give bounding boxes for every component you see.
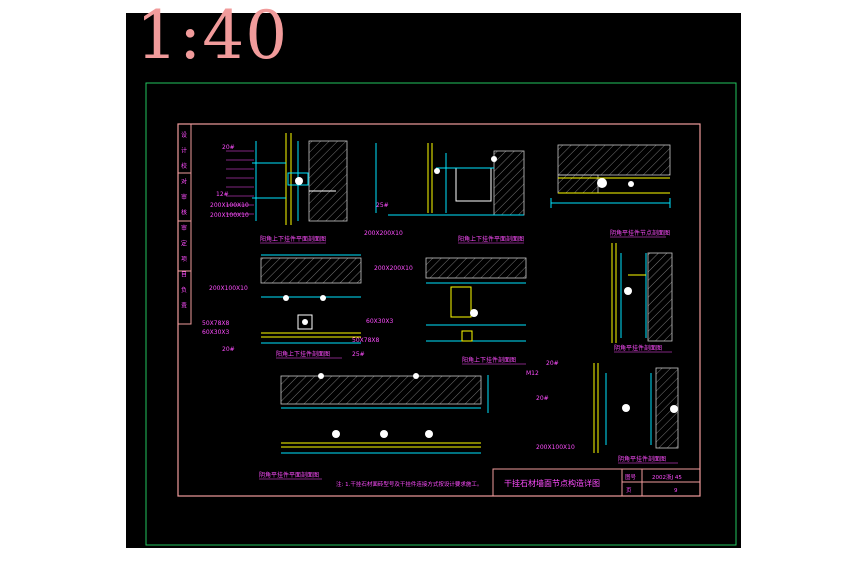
d1-label-4: 200X100X10 — [210, 212, 249, 219]
sidebar-label: 项 — [181, 256, 187, 263]
d3-caption: 阴角平挂件节点剖面图 — [610, 229, 670, 237]
cad-drawing-canvas: 1:40 设计校对审核审定项目负责 20# 200X100X10 12# 200… — [126, 3, 741, 548]
sidebar-label: 目 — [181, 272, 187, 279]
detail-2: 25# 200X200X10 阳角上下挂件平面剖面图 — [364, 143, 525, 244]
detail-1: 20# 200X100X10 12# 200X100X10 阳角上下挂件平面剖面… — [210, 133, 348, 244]
detail-7: 阴角平挂件平面剖面图 — [259, 373, 489, 480]
d1-label-2: 200X100X10 — [210, 202, 249, 209]
d8-caption: 阴角平挂件剖面图 — [618, 455, 666, 463]
drawing-no-value: 2002浙J 45 — [652, 473, 682, 481]
d5-label-1: 200X200X10 — [374, 265, 413, 272]
d5-label-3: 50X78X8 — [352, 337, 379, 344]
sidebar-label: 责 — [181, 302, 187, 310]
d4-label-4: 20# — [222, 346, 235, 353]
sidebar-label: 对 — [181, 178, 187, 186]
cad-drawing-svg: 设计校对审核审定项目负责 20# 200X100X10 12# 200X100X… — [145, 82, 737, 546]
title-block: 干挂石材墙面节点构造详图 图号 2002浙J 45 页 9 — [492, 468, 701, 497]
d8-label-4: 200X100X10 — [536, 444, 575, 451]
d2-label-2: 200X200X10 — [364, 230, 403, 237]
d5-caption: 阳角上下挂件剖面图 — [462, 356, 516, 364]
title-block-title: 干挂石材墙面节点构造详图 — [504, 478, 600, 488]
d4-label-1: 200X100X10 — [209, 285, 248, 292]
detail-8: 20# M12 20# 200X100X10 阴角平挂件剖面图 — [526, 360, 679, 464]
d2-label-1: 25# — [376, 202, 389, 209]
d8-label-1: 20# — [546, 360, 559, 367]
d7-caption: 阴角平挂件平面剖面图 — [259, 471, 319, 479]
d4-label-3: 60X30X3 — [202, 329, 229, 336]
detail-5: 200X200X10 60X30X3 50X78X8 25# 阳角上下挂件剖面图 — [352, 257, 527, 365]
sidebar-label: 校 — [181, 162, 187, 170]
sidebar-label: 计 — [181, 147, 187, 155]
d5-label-4: 25# — [352, 351, 365, 358]
sidebar-label: 定 — [181, 240, 187, 248]
sidebar-labels: 设计校对审核审定项目负责 — [181, 131, 187, 310]
d1-label-3: 12# — [216, 191, 229, 198]
d4-label-2: 50X78X8 — [202, 320, 229, 327]
d6-caption: 阴角平挂件剖面图 — [614, 344, 662, 352]
page-label: 页 — [626, 487, 632, 494]
d2-caption: 阳角上下挂件平面剖面图 — [458, 235, 524, 243]
note-text: 注: 1.干挂石材面砖型号及干挂件连接方式按设计要求施工。 — [336, 480, 482, 488]
sidebar-label: 审 — [181, 224, 187, 232]
sidebar-label: 负 — [181, 286, 187, 294]
detail-3: 阴角平挂件节点剖面图 — [550, 144, 671, 238]
d5-label-2: 60X30X3 — [366, 318, 393, 325]
drawing-no-label: 图号 — [625, 473, 637, 481]
d4-caption: 阳角上下挂件剖面图 — [276, 350, 330, 358]
detail-4: 200X100X10 50X78X8 60X30X3 20# 阳角上下挂件剖面图 — [202, 254, 362, 359]
d1-caption: 阳角上下挂件平面剖面图 — [260, 235, 326, 243]
sidebar-label: 设 — [181, 131, 187, 139]
d8-label-3: 20# — [536, 395, 549, 402]
d8-label-2: M12 — [526, 370, 539, 377]
page-value: 9 — [674, 488, 678, 494]
sidebar-label: 核 — [181, 209, 187, 217]
detail-6: 阴角平挂件剖面图 — [611, 243, 673, 353]
d1-label-1: 20# — [222, 144, 235, 151]
sidebar-label: 审 — [181, 193, 187, 201]
